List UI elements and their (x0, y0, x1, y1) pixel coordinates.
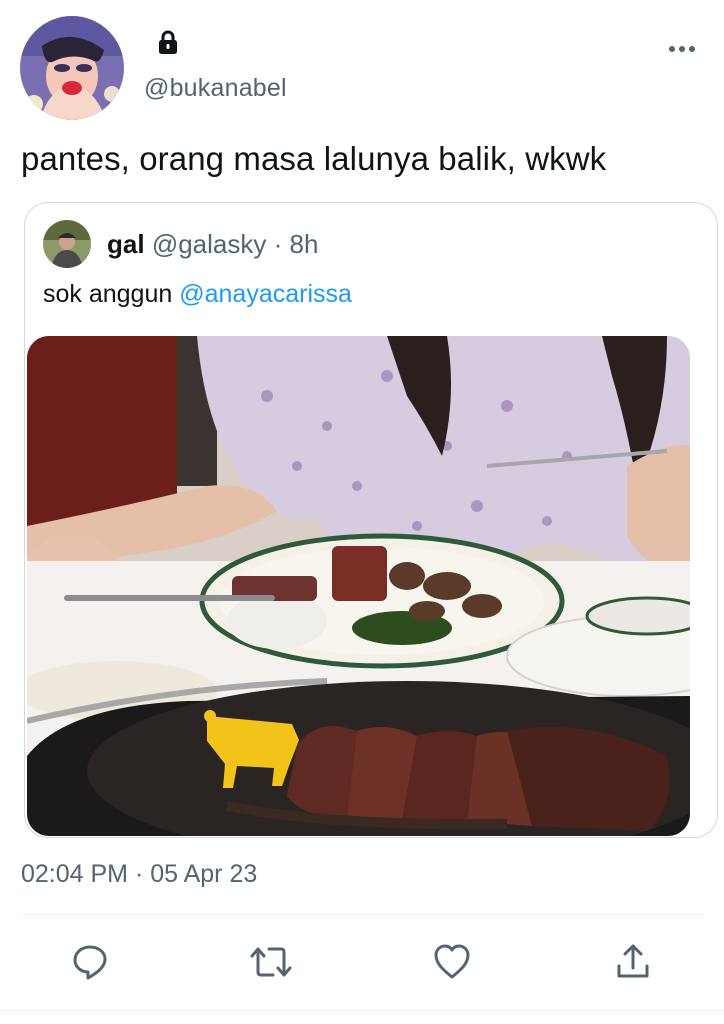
more-horizontal-icon[interactable] (668, 42, 696, 56)
reply-button[interactable] (68, 940, 112, 984)
quoted-age: 8h (289, 229, 319, 259)
quoted-text: sok anggun @anayacarissa (43, 280, 352, 309)
retweet-icon (250, 947, 292, 977)
tweet-timestamp: 02:04 PM · 05 Apr 23 (21, 860, 258, 888)
quoted-text-body: sok anggun (43, 280, 173, 308)
divider (20, 914, 704, 915)
retweet-button[interactable] (249, 940, 293, 984)
like-button[interactable] (430, 940, 474, 984)
quoted-author-name[interactable]: gal (107, 229, 145, 259)
tweet-text: pantes, orang masa lalunya balik, wkwk (21, 140, 607, 177)
share-button[interactable] (611, 940, 655, 984)
author-avatar[interactable] (20, 16, 124, 120)
lock-icon (159, 30, 177, 54)
share-icon (617, 944, 649, 978)
author-handle[interactable]: @bukanabel (144, 74, 287, 103)
quoted-media-image[interactable] (27, 336, 690, 836)
quoted-avatar-image (43, 220, 91, 268)
quoted-author-handle[interactable]: @galasky (152, 229, 267, 259)
bottom-divider (0, 1010, 724, 1011)
like-icon (434, 944, 470, 979)
steak-dinner-photo (27, 336, 690, 836)
reply-icon (73, 945, 107, 980)
quoted-separator: · (273, 229, 283, 259)
avatar-image (20, 16, 124, 120)
quoted-mention-link[interactable]: @anayacarissa (179, 280, 352, 308)
quoted-header: gal @galasky · 8h (107, 229, 318, 260)
quoted-tweet-card[interactable]: gal @galasky · 8h sok anggun @anayacaris… (24, 202, 718, 838)
quoted-author-avatar[interactable] (43, 220, 91, 268)
